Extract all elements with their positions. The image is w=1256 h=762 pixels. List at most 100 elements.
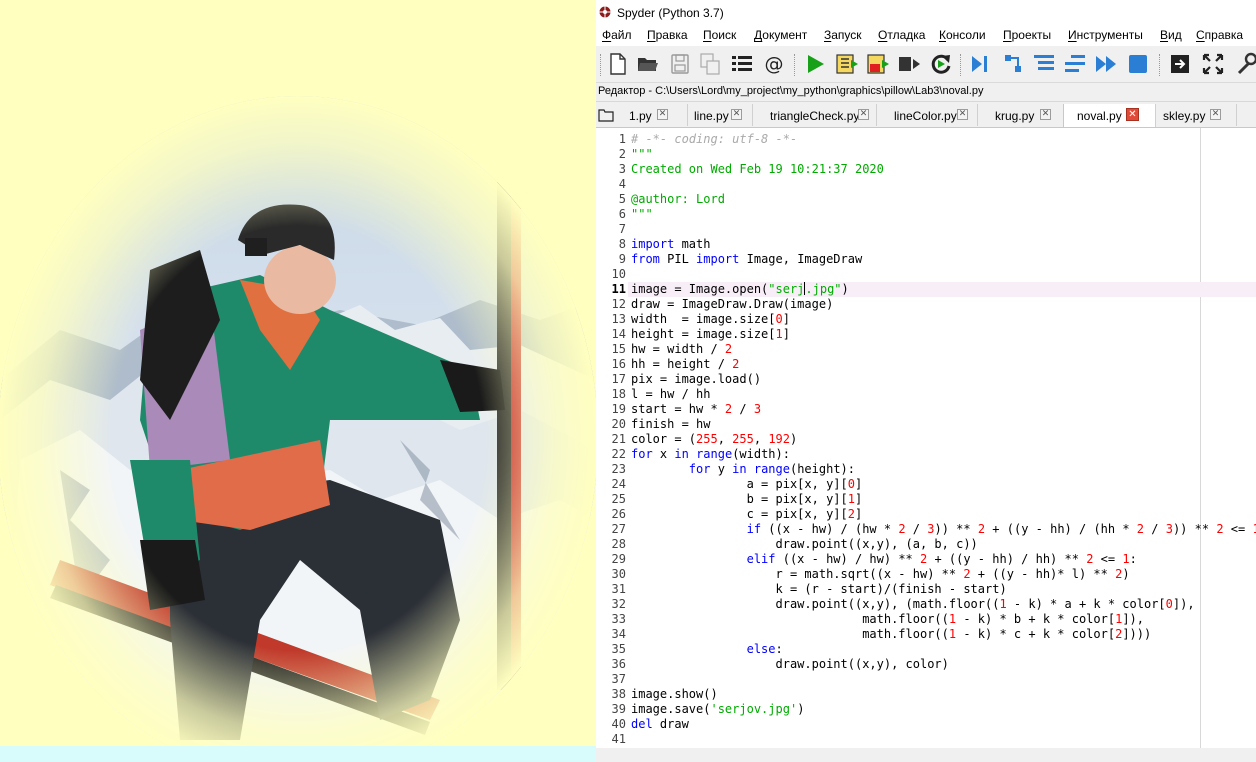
tab-close-icon[interactable]: ✕ [957, 109, 968, 120]
line-number: 2 [618, 147, 626, 161]
skier-photo [0, 0, 596, 746]
menu-search[interactable]: Поиск [703, 28, 736, 42]
run-icon[interactable] [803, 52, 827, 76]
tab-krug-py[interactable]: krug.py ✕ [977, 104, 1064, 126]
tab-close-icon[interactable]: ✕ [657, 109, 668, 120]
line-number: 30 [611, 567, 626, 581]
code-line[interactable]: hw = width / 2 [631, 342, 732, 356]
code-line[interactable]: r = math.sqrt((x - hw) ** 2 + ((y - hh)*… [631, 567, 1129, 581]
debug-icon[interactable] [968, 52, 992, 76]
line-number: 31 [611, 582, 626, 596]
step-icon[interactable] [1001, 52, 1025, 76]
line-number: 39 [611, 702, 626, 716]
tab-close-icon[interactable]: ✕ [1210, 109, 1221, 120]
code-line[interactable]: math.floor((1 - k) * b + k * color[1]), [631, 612, 1144, 626]
line-number: 6 [618, 207, 626, 221]
code-line[interactable]: draw.point((x,y), (a, b, c)) [631, 537, 977, 551]
continue-icon[interactable] [1094, 52, 1118, 76]
browse-tabs-icon[interactable] [598, 108, 614, 122]
run-cell-advance-icon[interactable] [866, 52, 890, 76]
horizontal-scrollbar[interactable] [606, 748, 1202, 762]
code-line[interactable]: Created on Wed Feb 19 10:21:37 2020 [631, 162, 884, 176]
code-line[interactable]: pix = image.load() [631, 372, 761, 386]
code-line[interactable]: width = image.size[0] [631, 312, 790, 326]
new-file-icon[interactable] [606, 52, 630, 76]
tab-line-py[interactable]: line.py ✕ [687, 104, 753, 126]
save-all-icon[interactable] [698, 52, 722, 76]
stop-icon[interactable] [1126, 52, 1150, 76]
fullscreen-icon[interactable] [1201, 52, 1225, 76]
tab-close-icon[interactable]: ✕ [731, 109, 742, 120]
toolbar-grip [600, 54, 603, 76]
email-at-icon[interactable]: @ [762, 52, 786, 76]
menu-run[interactable]: Запуск [824, 28, 862, 42]
code-line[interactable]: b = pix[x, y][1] [631, 492, 863, 506]
code-line[interactable]: # -*- coding: utf-8 -*- [631, 132, 797, 146]
tab-noval-py[interactable]: noval.py ✕ [1063, 104, 1156, 127]
menu-view[interactable]: Вид [1160, 28, 1182, 42]
menu-projects[interactable]: Проекты [1003, 28, 1051, 42]
preferences-icon[interactable] [1234, 52, 1256, 76]
line-number: 9 [618, 252, 626, 266]
code-line[interactable]: elif ((x - hw) / hw) ** 2 + ((y - hh) / … [631, 552, 1137, 566]
code-line[interactable]: draw.point((x,y), color) [631, 657, 948, 671]
tab-close-icon[interactable]: ✕ [1040, 109, 1051, 120]
run-selection-icon[interactable] [897, 52, 921, 76]
menu-consoles[interactable]: Консоли [939, 28, 986, 42]
code-line[interactable]: if ((x - hw) / (hw * 2 / 3)) ** 2 + ((y … [631, 522, 1256, 536]
editor-path-label: Редактор - C:\Users\Lord\my_project\my_p… [598, 85, 984, 97]
step-return-icon[interactable] [1063, 52, 1087, 76]
menu-edit[interactable]: Правка [647, 28, 688, 42]
rerun-icon[interactable] [929, 52, 953, 76]
menu-help[interactable]: Справка [1196, 28, 1243, 42]
code-line[interactable]: """ [631, 207, 653, 221]
code-line[interactable]: @author: Lord [631, 192, 725, 206]
code-line[interactable]: image.show() [631, 687, 718, 701]
code-line[interactable]: color = (255, 255, 192) [631, 432, 797, 446]
save-file-icon[interactable] [668, 52, 692, 76]
tab-skley-py[interactable]: skley.py ✕ [1154, 104, 1237, 126]
code-line[interactable]: import math [631, 237, 710, 251]
code-line[interactable]: math.floor((1 - k) * c + k * color[2]))) [631, 627, 1151, 641]
code-line[interactable]: l = hw / hh [631, 387, 710, 401]
code-line[interactable]: a = pix[x, y][0] [631, 477, 863, 491]
tab-close-icon[interactable]: ✕ [858, 109, 869, 120]
line-number: 35 [611, 642, 626, 656]
tab-1-py[interactable]: 1.py ✕ [618, 104, 688, 126]
code-line[interactable]: for y in range(height): [631, 462, 855, 476]
menu-file[interactable]: Файл [602, 28, 632, 42]
code-line[interactable]: image = Image.open("serj.jpg") [631, 282, 849, 296]
menu-tools[interactable]: Инструменты [1068, 28, 1143, 42]
code-line[interactable]: start = hw * 2 / 3 [631, 402, 761, 416]
code-line[interactable]: draw.point((x,y), (math.floor((1 - k) * … [631, 597, 1194, 611]
code-line[interactable]: else: [631, 642, 783, 656]
code-line[interactable]: finish = hw [631, 417, 710, 431]
line-number: 19 [611, 402, 626, 416]
tab-linecolor-py[interactable]: lineColor.py ✕ [876, 104, 978, 126]
code-line[interactable]: k = (r - start)/(finish - start) [631, 582, 1006, 596]
code-line[interactable]: """ [631, 147, 653, 161]
svg-text:@: @ [765, 53, 784, 75]
tab-trianglecheck-py[interactable]: triangleCheck.py ✕ [752, 104, 877, 126]
run-cell-icon[interactable] [835, 52, 859, 76]
code-line[interactable]: for x in range(width): [631, 447, 790, 461]
tab-close-icon[interactable]: ✕ [1126, 108, 1139, 121]
maximize-pane-icon[interactable] [1168, 52, 1192, 76]
code-line[interactable]: del draw [631, 717, 689, 731]
menu-source[interactable]: Документ [754, 28, 807, 42]
line-number: 33 [611, 612, 626, 626]
code-line[interactable]: height = image.size[1] [631, 327, 790, 341]
line-number: 29 [611, 552, 626, 566]
code-line[interactable]: c = pix[x, y][2] [631, 507, 863, 521]
code-line[interactable]: hh = height / 2 [631, 357, 739, 371]
tab-label: krug.py [995, 109, 1035, 123]
code-line[interactable]: from PIL import Image, ImageDraw [631, 252, 862, 266]
menu-debug[interactable]: Отладка [878, 28, 925, 42]
step-into-icon[interactable] [1032, 52, 1056, 76]
open-file-icon[interactable] [636, 52, 660, 76]
code-line[interactable]: image.save('serjov.jpg') [631, 702, 804, 716]
code-line[interactable]: draw = ImageDraw.Draw(image) [631, 297, 833, 311]
code-editor[interactable]: 1 # -*- coding: utf-8 -*- 2 """ 3 Created on … [596, 128, 1256, 748]
line-number: 20 [611, 417, 626, 431]
outline-list-icon[interactable] [730, 52, 754, 76]
